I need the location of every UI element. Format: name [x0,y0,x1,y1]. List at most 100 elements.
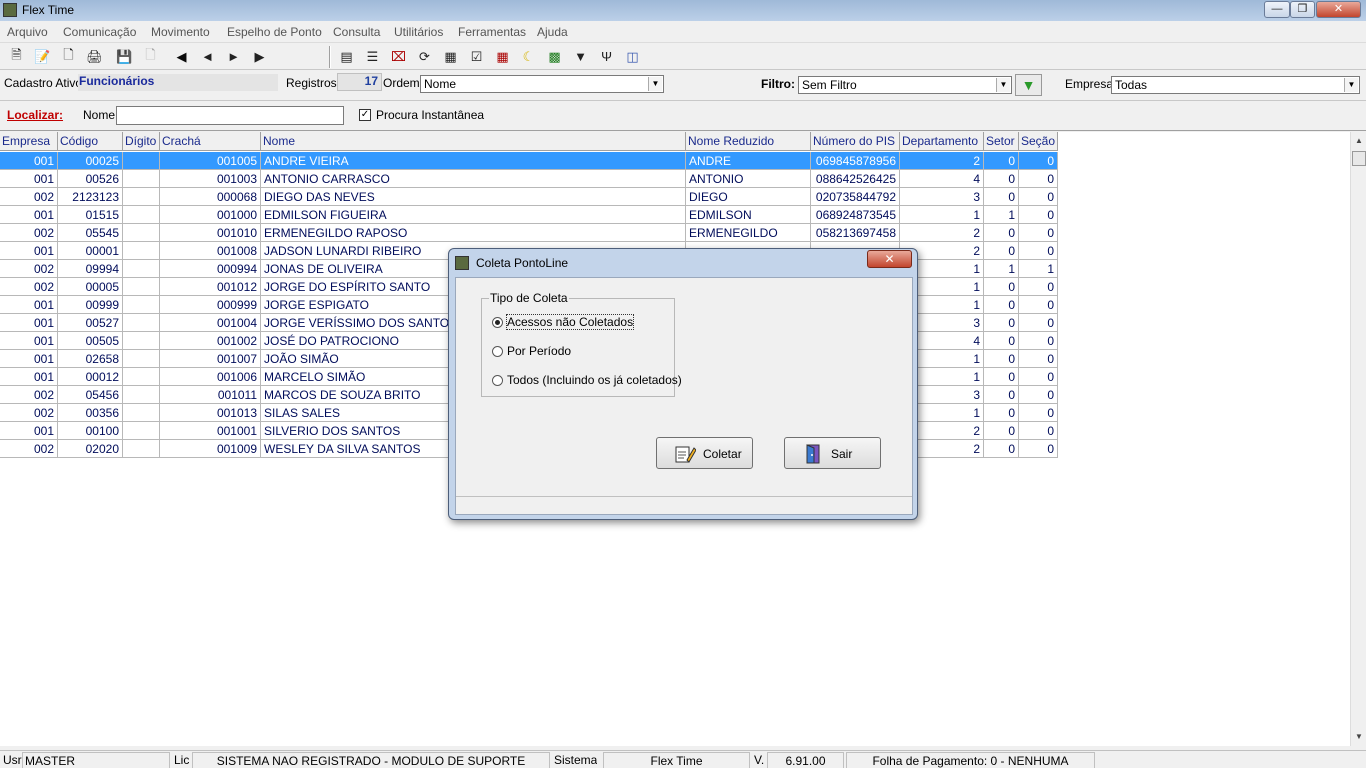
label-todos[interactable]: Todos (Incluindo os já coletados) [507,373,682,387]
cell-setor: 0 [984,152,1019,170]
cell-secao: 0 [1019,422,1058,440]
col-nome-reduzido[interactable]: Nome Reduzido [686,132,811,151]
registros-count: 17 [337,73,382,91]
cell-secao: 0 [1019,386,1058,404]
cell-digito [123,440,160,458]
cell-setor: 1 [984,260,1019,278]
cell-cracha: 001010 [160,224,261,242]
menu-movimento[interactable]: Movimento [151,25,210,39]
sair-button[interactable]: Sair [784,437,881,469]
ordem-label: Ordem: [383,76,424,90]
last-record-icon[interactable]: ▶ [251,48,268,65]
col-digito[interactable]: Dígito [123,132,160,151]
radio-acessos-nao-coletados[interactable] [492,317,503,328]
cell-departamento: 2 [900,152,984,170]
network-icon[interactable]: ◫ [624,48,641,65]
scroll-thumb[interactable] [1352,151,1366,166]
list-icon[interactable]: ☰ [364,48,381,65]
checklist-icon[interactable]: ☑ [468,48,485,65]
vertical-scrollbar[interactable]: ▲ ▼ [1350,132,1366,746]
cell-empresa: 002 [0,404,58,422]
print-icon[interactable]: 🖨 [86,48,103,65]
menu-utilitarios[interactable]: Utilitários [394,25,443,39]
cell-codigo: 01515 [58,206,123,224]
cell-secao: 0 [1019,440,1058,458]
cell-digito [123,206,160,224]
localizar-input[interactable] [116,106,344,125]
scroll-up-icon[interactable]: ▲ [1353,136,1365,148]
radio-todos[interactable] [492,375,503,386]
cell-numero-pis: 088642526425 [811,170,900,188]
label-acessos-nao-coletados[interactable]: Acessos não Coletados [505,314,635,330]
menu-consulta[interactable]: Consulta [333,25,380,39]
first-record-icon[interactable]: ◀ [173,48,190,65]
window-title: Flex Time [22,3,75,17]
report-icon[interactable]: ▤ [338,48,355,65]
menu-ferramentas[interactable]: Ferramentas [458,25,526,39]
col-numero-pis[interactable]: Número do PIS [811,132,900,151]
cell-cracha: 001011 [160,386,261,404]
cell-cracha: 000999 [160,296,261,314]
maximize-button[interactable]: ❐ [1290,1,1315,18]
fork-icon[interactable]: Ψ [598,48,615,65]
cell-codigo: 00999 [58,296,123,314]
col-nome[interactable]: Nome [261,132,686,151]
procura-instantanea-checkbox[interactable]: ✓ [359,109,371,121]
save-icon[interactable]: 💾 [116,48,133,65]
filtro-label: Filtro: [761,77,795,91]
menu-espelho-de-ponto[interactable]: Espelho de Ponto [227,25,322,39]
chevron-down-icon[interactable]: ▼ [1344,78,1358,92]
scroll-down-icon[interactable]: ▼ [1353,732,1365,744]
cell-secao: 0 [1019,278,1058,296]
new-record-icon[interactable]: 🗎 [8,47,25,65]
blank-document-icon[interactable]: 🗋 [142,47,159,65]
col-departamento[interactable]: Departamento [900,132,984,151]
copy-record-icon[interactable]: 🗋 [60,47,77,65]
empresa-select[interactable]: Todas ▼ [1111,76,1360,94]
cell-digito [123,260,160,278]
cell-setor: 1 [984,206,1019,224]
col-cracha[interactable]: Crachá [160,132,261,151]
calendar-icon[interactable]: ▦ [494,48,511,65]
cell-empresa: 002 [0,386,58,404]
close-button[interactable]: ✕ [1316,1,1361,18]
edit-record-icon[interactable]: 📝 [34,48,51,65]
moon-icon[interactable]: ☾ [520,48,537,65]
menu-comunicacao[interactable]: Comunicação [63,25,136,39]
menu-ajuda[interactable]: Ajuda [537,25,568,39]
cell-secao: 0 [1019,332,1058,350]
col-setor[interactable]: Setor [984,132,1019,151]
apply-filter-funnel-icon[interactable]: ▼ [1015,74,1042,96]
cell-digito [123,332,160,350]
cell-codigo: 00356 [58,404,123,422]
ordem-select[interactable]: Nome ▼ [420,75,664,93]
excel-icon[interactable]: ▩ [546,48,563,65]
cell-cracha: 001000 [160,206,261,224]
dialog-app-icon [455,256,469,270]
refresh-icon[interactable]: ⟳ [416,48,433,65]
cell-digito [123,422,160,440]
col-empresa[interactable]: Empresa [0,132,58,151]
dialog-close-button[interactable]: ✕ [867,250,912,268]
menu-arquivo[interactable]: Arquivo [7,25,48,39]
chevron-down-icon[interactable]: ▼ [648,77,662,91]
label-por-periodo[interactable]: Por Período [507,344,571,358]
lic-label: Lic [174,753,190,767]
col-secao[interactable]: Seção [1019,132,1058,151]
next-record-icon[interactable]: ► [225,48,242,65]
grid-icon[interactable]: ▦ [442,48,459,65]
col-codigo[interactable]: Código [58,132,123,151]
title-bar: Flex Time — ❐ ✕ [0,0,1366,21]
coletar-button[interactable]: Coletar [656,437,753,469]
cell-codigo: 00526 [58,170,123,188]
filter-funnel-icon[interactable]: ▼ [572,48,589,65]
cell-codigo: 02658 [58,350,123,368]
filtro-select[interactable]: Sem Filtro ▼ [798,76,1012,94]
sistema-value: Flex Time [603,752,750,768]
cell-codigo: 05456 [58,386,123,404]
previous-record-icon[interactable]: ◄ [199,48,216,65]
chevron-down-icon[interactable]: ▼ [996,78,1010,92]
close-box-icon[interactable]: ⌧ [390,48,407,65]
radio-por-periodo[interactable] [492,346,503,357]
minimize-button[interactable]: — [1264,1,1290,18]
